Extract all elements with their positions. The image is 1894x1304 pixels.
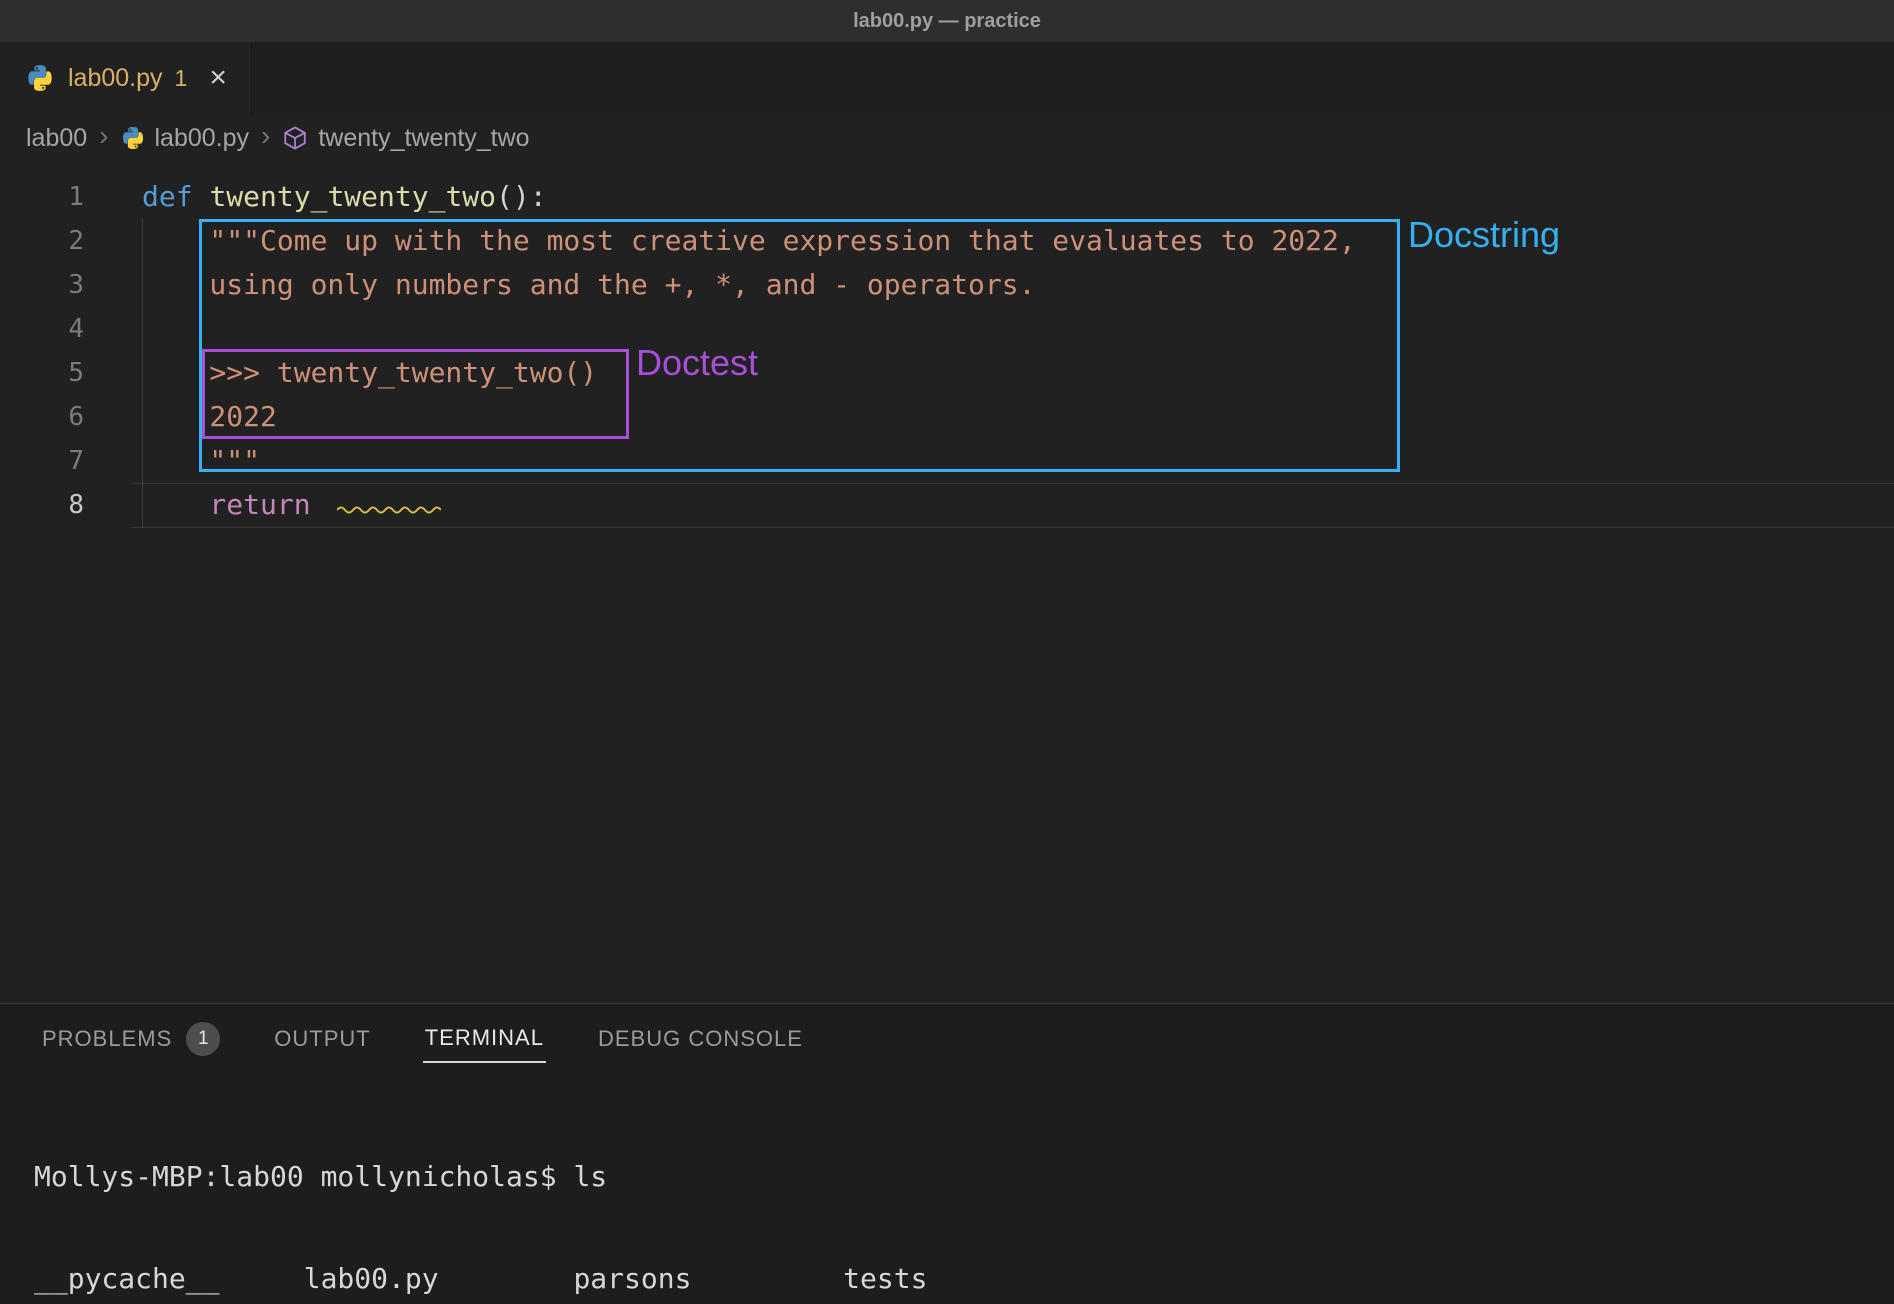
code-line-2[interactable]: 2 """Come up with the most creative expr… xyxy=(0,219,1894,263)
line-number: 5 xyxy=(0,351,84,395)
code-line-5[interactable]: 5 >>> twenty_twenty_two() xyxy=(0,351,1894,395)
line-number: 4 xyxy=(0,307,84,351)
code-line-3[interactable]: 3 using only numbers and the +, *, and -… xyxy=(0,263,1894,307)
code-line-8[interactable]: 8 return xyxy=(0,483,1894,527)
breadcrumb-folder[interactable]: lab00 xyxy=(26,124,87,153)
panel-tab-label: TERMINAL xyxy=(425,1025,544,1051)
panel-tab-bar: PROBLEMS 1 OUTPUT TERMINAL DEBUG CONSOLE xyxy=(0,1004,1894,1074)
code-text xyxy=(84,307,142,351)
breadcrumb: lab00 › lab00.py › twenty_twenty_two xyxy=(0,114,1894,162)
tab-label: lab00.py xyxy=(68,64,163,93)
panel-tab-label: DEBUG CONSOLE xyxy=(598,1026,803,1052)
panel-tab-label: OUTPUT xyxy=(274,1026,370,1052)
tab-debug-console[interactable]: DEBUG CONSOLE xyxy=(596,1016,805,1062)
code-text: >>> twenty_twenty_two() xyxy=(84,351,597,395)
line-number: 3 xyxy=(0,263,84,307)
tab-problem-count: 1 xyxy=(175,65,188,92)
tab-terminal[interactable]: TERMINAL xyxy=(423,1015,546,1063)
terminal-line: Mollys-MBP:lab00 mollynicholas$ ls xyxy=(34,1160,1894,1194)
warning-squiggle-icon xyxy=(337,483,441,527)
code-text: """ xyxy=(84,439,260,483)
python-icon xyxy=(26,64,54,92)
window-title: lab00.py — practice xyxy=(853,10,1041,33)
tab-problems[interactable]: PROBLEMS 1 xyxy=(40,1012,222,1066)
panel-tab-label: PROBLEMS xyxy=(42,1026,172,1052)
line-number: 6 xyxy=(0,395,84,439)
titlebar: lab00.py — practice xyxy=(0,0,1894,42)
bottom-panel: PROBLEMS 1 OUTPUT TERMINAL DEBUG CONSOLE… xyxy=(0,1003,1894,1304)
symbol-cube-icon xyxy=(282,125,308,151)
code-lines: 1 def twenty_twenty_two(): 2 """Come up … xyxy=(0,162,1894,527)
chevron-right-icon: › xyxy=(99,120,108,152)
problems-count-badge: 1 xyxy=(186,1022,220,1056)
terminal-output[interactable]: Mollys-MBP:lab00 mollynicholas$ ls __pyc… xyxy=(0,1074,1894,1304)
line-number: 8 xyxy=(0,483,84,527)
code-text: using only numbers and the +, *, and - o… xyxy=(84,263,1035,307)
tab-bar: lab00.py 1 × xyxy=(0,42,1894,114)
line-number: 2 xyxy=(0,219,84,263)
tab-lab00py[interactable]: lab00.py 1 × xyxy=(0,42,252,114)
code-text: 2022 xyxy=(84,395,277,439)
terminal-line: __pycache__ lab00.py parsons tests xyxy=(34,1262,1894,1296)
breadcrumb-file[interactable]: lab00.py xyxy=(155,124,250,153)
breadcrumb-symbol[interactable]: twenty_twenty_two xyxy=(318,124,529,153)
vscode-window: lab00.py — practice lab00.py 1 × lab00 ›… xyxy=(0,0,1894,1304)
code-text: def twenty_twenty_two(): xyxy=(84,175,547,219)
line-number: 7 xyxy=(0,439,84,483)
code-editor[interactable]: 1 def twenty_twenty_two(): 2 """Come up … xyxy=(0,162,1894,1003)
chevron-right-icon: › xyxy=(261,120,270,152)
code-line-6[interactable]: 6 2022 xyxy=(0,395,1894,439)
line-number: 1 xyxy=(0,175,84,219)
code-line-1[interactable]: 1 def twenty_twenty_two(): xyxy=(0,175,1894,219)
code-text: """Come up with the most creative expres… xyxy=(84,219,1356,263)
python-icon xyxy=(121,126,145,150)
tab-output[interactable]: OUTPUT xyxy=(272,1016,372,1062)
close-icon[interactable]: × xyxy=(209,63,227,93)
code-line-4[interactable]: 4 xyxy=(0,307,1894,351)
code-text: return xyxy=(84,483,441,527)
code-line-7[interactable]: 7 """ xyxy=(0,439,1894,483)
